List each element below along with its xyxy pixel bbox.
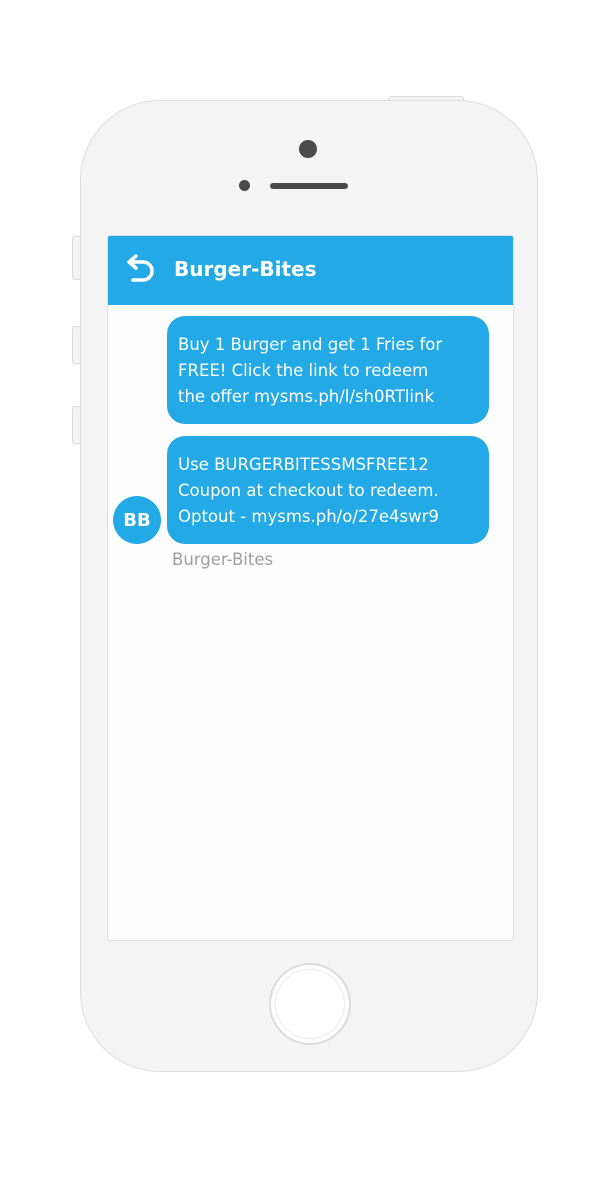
proximity-sensor bbox=[239, 180, 250, 191]
sender-name: Burger-Bites bbox=[172, 550, 274, 569]
message-bubble[interactable]: Use BURGERBITESSMSFREE12 Coupon at check… bbox=[167, 436, 489, 544]
phone-screen: Burger-Bites Buy 1 Burger and get 1 Frie… bbox=[107, 235, 514, 941]
message-line: FREE! Click the link to redeem bbox=[178, 361, 429, 380]
chat-title: Burger-Bites bbox=[174, 257, 317, 281]
message-line: Coupon at checkout to redeem. bbox=[178, 481, 439, 500]
message-line: Buy 1 Burger and get 1 Fries for bbox=[178, 335, 443, 354]
front-camera bbox=[299, 140, 317, 158]
home-button[interactable] bbox=[269, 963, 351, 1045]
message-line: Use BURGERBITESSMSFREE12 bbox=[178, 455, 429, 474]
phone-frame: Burger-Bites Buy 1 Burger and get 1 Frie… bbox=[80, 100, 538, 1072]
earpiece-speaker bbox=[270, 183, 348, 189]
back-arrow-icon bbox=[127, 254, 154, 282]
back-button[interactable] bbox=[122, 254, 158, 286]
chat-header: Burger-Bites bbox=[108, 236, 513, 305]
message-bubble[interactable]: Buy 1 Burger and get 1 Fries for FREE! C… bbox=[167, 316, 489, 424]
sender-avatar[interactable]: BB bbox=[113, 496, 161, 544]
message-line: Optout - mysms.ph/o/27e4swr9 bbox=[178, 507, 439, 526]
message-line: the offer mysms.ph/l/sh0RTlink bbox=[178, 387, 435, 406]
